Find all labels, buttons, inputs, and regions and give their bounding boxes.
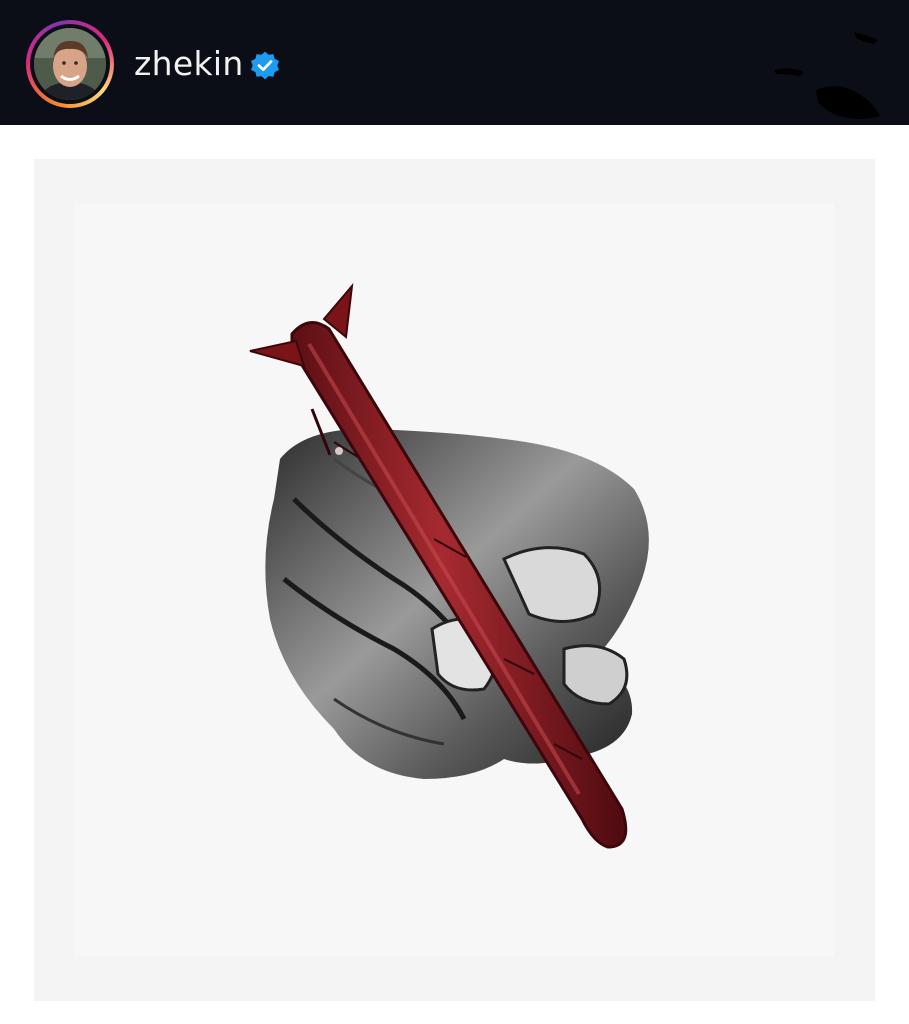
post-header: zhekin: [0, 0, 909, 125]
avatar-gap: [30, 24, 110, 104]
username[interactable]: zhekin: [134, 42, 244, 86]
redaction-scribble: [774, 32, 880, 119]
post-image-frame[interactable]: [34, 159, 875, 1001]
post-image: [34, 159, 875, 1001]
avatar[interactable]: [34, 28, 106, 100]
avatar-photo: [34, 28, 106, 100]
story-ring[interactable]: [26, 20, 114, 108]
verified-badge-icon: [251, 51, 279, 80]
